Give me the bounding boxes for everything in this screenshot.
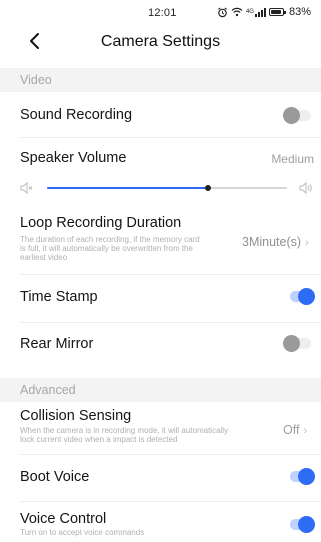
row-collision-sensing[interactable]: Collision Sensing When the camera is in … [0,402,321,454]
battery-percent: 83% [288,6,311,18]
boot-voice-label: Boot Voice [20,469,90,485]
toggle-knob [283,107,300,124]
rear-mirror-toggle[interactable] [283,335,312,352]
rear-mirror-label: Rear Mirror [20,336,94,352]
toggle-knob [298,516,315,533]
loop-recording-value-text: 3Minute(s) [242,235,302,249]
row-sound-recording: Sound Recording [0,92,321,137]
row-speaker-volume: Speaker Volume Medium [0,138,321,176]
time-stamp-label: Time Stamp [20,289,98,305]
speaker-volume-slider-row [0,178,321,200]
time-stamp-toggle[interactable] [286,288,315,305]
volume-slider[interactable] [47,185,287,191]
boot-voice-toggle[interactable] [286,468,315,485]
section-header-advanced: Advanced [0,378,321,402]
collision-sensing-label: Collision Sensing [20,408,132,424]
row-voice-control: Voice Control Turn on to accept voice co… [0,502,321,542]
network-type: 4G [245,9,254,15]
loop-recording-desc-3: earliest video [20,253,68,262]
toggle-knob [298,468,315,485]
volume-slider-fill [47,187,208,189]
status-icons: 4G 83% [217,6,311,18]
toggle-knob [283,335,300,352]
chevron-right-icon: › [305,237,309,249]
loop-recording-value: 3Minute(s) › [242,235,309,249]
loop-recording-label: Loop Recording Duration [20,215,182,231]
voice-control-desc: Turn on to accept voice commands [20,528,145,537]
volume-high-icon [299,182,312,194]
page-title: Camera Settings [100,33,221,50]
speaker-volume-value: Medium [271,152,314,166]
sound-recording-toggle[interactable] [283,107,312,124]
loop-recording-desc-1: The duration of each recording, if the m… [20,235,200,244]
alarm-icon [217,6,227,17]
signal-icon [254,7,266,17]
nav-bar: Camera Settings [0,24,321,60]
collision-sensing-desc-1: When the camera is in recording mode, it… [20,426,229,435]
volume-low-icon [20,182,33,194]
section-header-label: Advanced [20,383,76,397]
speaker-volume-label: Speaker Volume [20,150,127,166]
row-boot-voice: Boot Voice [0,455,321,501]
volume-slider-thumb[interactable] [205,185,211,191]
sound-recording-label: Sound Recording [20,107,133,123]
toggle-knob [298,288,315,305]
battery-icon [268,8,286,16]
section-header-video: Video [0,68,321,92]
collision-sensing-desc-2: lock current video when a impact is dete… [20,435,178,444]
status-bar: 12:01 4G 83% [0,0,321,24]
section-header-label: Video [20,73,52,87]
voice-control-label: Voice Control [20,511,107,527]
wifi-icon [231,7,243,17]
voice-control-toggle[interactable] [286,516,315,533]
row-rear-mirror: Rear Mirror [0,323,321,368]
chevron-right-icon: › [303,425,308,437]
row-loop-recording[interactable]: Loop Recording Duration The duration of … [0,210,321,276]
loop-recording-desc-2: is full, it will automatically be overwr… [20,244,193,253]
collision-sensing-value-text: Off [283,423,300,437]
status-time: 12:01 [148,7,177,19]
row-time-stamp: Time Stamp [0,275,321,322]
collision-sensing-value: Off › [283,423,307,437]
